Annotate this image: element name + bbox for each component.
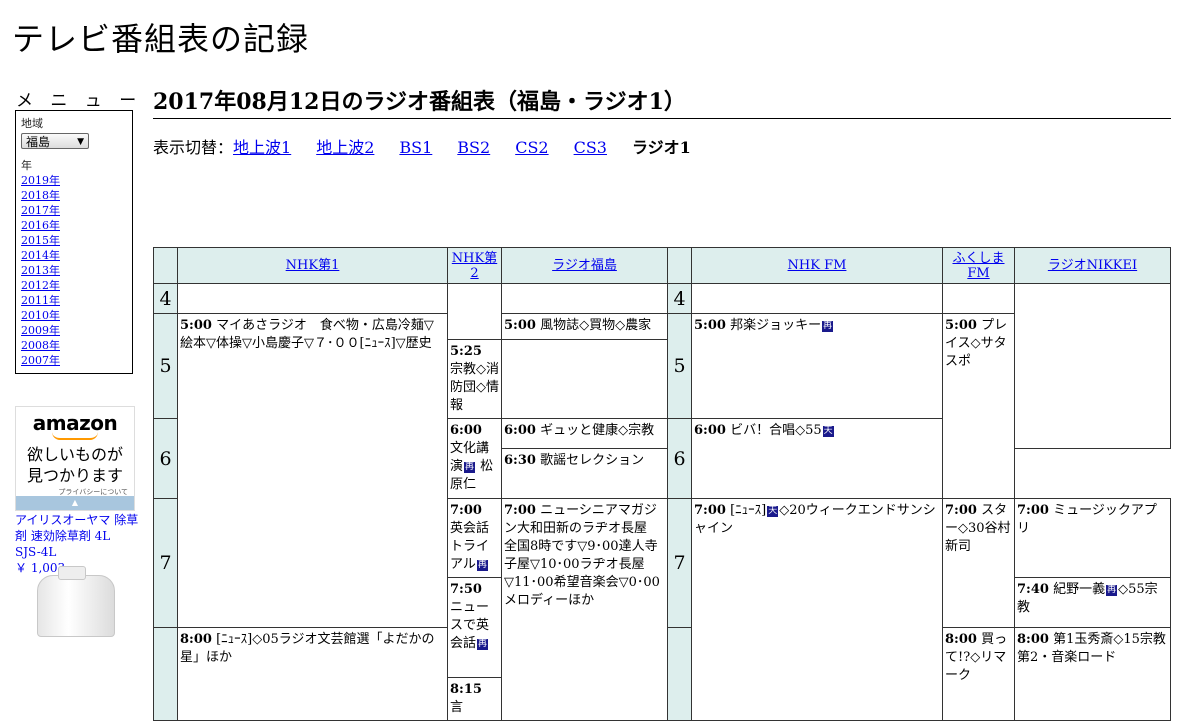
program-grid: NHK第1 NHK第2 ラジオ福島 NHK FM ふくしまFM ラジオNIKKE… (153, 247, 1171, 721)
rerun-icon: 再 (822, 321, 834, 332)
program-cell[interactable]: 6:00 ギュッと健康◇宗教 (501, 418, 668, 449)
rerun-icon: 再 (464, 462, 476, 473)
chevron-down-icon: ▼ (77, 137, 84, 147)
hour-cell: 5 (153, 313, 178, 419)
program-cell[interactable]: 7:00 ニューシニアマガジン大和田新のラヂオ長屋 全国8時です▽9･00達人寺… (501, 498, 668, 721)
hour-cell: 5 (667, 313, 692, 419)
program-cell[interactable]: 5:00 マイあさラジオ 食べ物・広島冷麺▽絵本▽体操▽小島慶子▽７･００[ﾆｭ… (177, 313, 448, 628)
channel-header: ふくしまFM (942, 247, 1015, 284)
corner-cell (153, 247, 178, 284)
site-title: テレビ番組表の記録 (12, 20, 310, 58)
region-select-value: 福島 (26, 135, 51, 149)
channel-header: NHK第1 (177, 247, 448, 284)
switch-link-cs3[interactable]: CS3 (574, 138, 607, 157)
year-link[interactable]: 2008年 (21, 339, 60, 352)
empty-slot (501, 283, 668, 314)
channel-header: NHK FM (691, 247, 943, 284)
hour-cell: 6 (667, 418, 692, 499)
switch-link-bs2[interactable]: BS2 (457, 138, 490, 157)
weather-icon: 天 (822, 426, 834, 437)
ad-message: 欲しいものが 見つかります (26, 445, 123, 485)
weather-icon: 天 (767, 506, 779, 517)
switch-link-chijou2[interactable]: 地上波2 (316, 138, 374, 157)
channel-link-nhk2[interactable]: NHK第2 (452, 251, 497, 281)
year-link[interactable]: 2012年 (21, 279, 60, 292)
hour-cell: 7 (153, 498, 178, 628)
year-link[interactable]: 2018年 (21, 189, 60, 202)
switch-label: 表示切替： (153, 138, 234, 157)
hour-cell: 6 (153, 418, 178, 499)
product-image[interactable] (37, 566, 115, 637)
program-cell[interactable]: 8:00 [ﾆｭｰｽ]◇05ラジオ文芸館選「よだかの星」ほか (177, 627, 448, 721)
program-cell[interactable]: 7:00 スター◇30谷村新司 (942, 498, 1015, 628)
year-link[interactable]: 2007年 (21, 354, 60, 367)
year-list: 2019年 2018年 2017年 2016年 2015年 2014年 2013… (21, 173, 127, 368)
display-switcher: 表示切替：地上波1 地上波2 BS1 BS2 CS2 CS3 ラジオ1 (153, 134, 691, 158)
year-link[interactable]: 2011年 (21, 294, 60, 307)
program-cell[interactable]: 8:00 買って!?◇リマーク (942, 627, 1015, 721)
program-cell[interactable]: 6:00 ビバ！合唱◇55 天 (691, 418, 943, 499)
year-link[interactable]: 2010年 (21, 309, 60, 322)
channel-link-nhk1[interactable]: NHK第1 (286, 258, 340, 273)
chevron-up-icon: ▲ (71, 498, 79, 507)
year-link[interactable]: 2017年 (21, 204, 60, 217)
rerun-icon: 再 (1106, 585, 1118, 596)
ad-expand-bar[interactable]: ▲ (16, 496, 134, 510)
program-cell[interactable]: 5:00 風物誌◇買物◇農家 (501, 313, 668, 340)
menu-label: メ ニ ュ ー (16, 91, 143, 111)
rerun-icon: 再 (477, 639, 489, 650)
year-link[interactable]: 2009年 (21, 324, 60, 337)
hour-cell (153, 627, 178, 721)
program-cell[interactable]: 6:00 文化講演再 松原仁 (447, 418, 502, 499)
product-image-cap (58, 566, 86, 580)
switch-link-chijou1[interactable]: 地上波1 (233, 138, 291, 157)
program-cell[interactable]: 7:40 紀野一義再 ◇55宗教 (1014, 577, 1171, 628)
channel-link-fukushima-fm[interactable]: ふくしまFM (952, 251, 1004, 281)
empty-slot (1014, 283, 1171, 449)
hour-cell: 4 (153, 283, 178, 314)
channel-link-radio-nikkei[interactable]: ラジオNIKKEI (1048, 258, 1137, 273)
program-cell[interactable]: 5:00 プレイス◇サタスポ (942, 313, 1015, 499)
switch-current-radio1: ラジオ1 (631, 138, 691, 157)
page-title: 2017年08月12日のラジオ番組表（福島・ラジオ1） (153, 84, 1171, 119)
empty-slot (942, 283, 1015, 314)
year-link[interactable]: 2015年 (21, 234, 60, 247)
hour-cell: 7 (667, 498, 692, 628)
program-cell[interactable]: 7:00 ミュージックアプリ (1014, 498, 1171, 578)
empty-slot (447, 283, 502, 340)
hour-cell: 4 (667, 283, 692, 314)
program-cell[interactable]: 5:00 邦楽ジョッキー再 (691, 313, 943, 419)
switch-link-bs1[interactable]: BS1 (399, 138, 432, 157)
program-cell[interactable]: 8:00 第1玉秀斎◇15宗教第2・音楽ロード (1014, 627, 1171, 721)
program-cell[interactable]: 7:50 ニュースで英会話再 (447, 577, 502, 678)
channel-link-radio-fukushima[interactable]: ラジオ福島 (552, 258, 617, 273)
rerun-icon: 再 (476, 560, 488, 571)
switch-link-cs2[interactable]: CS2 (515, 138, 548, 157)
year-link[interactable]: 2013年 (21, 264, 60, 277)
empty-slot (177, 283, 448, 314)
channel-header: NHK第2 (447, 247, 502, 284)
program-cell[interactable]: 7:00 [ﾆｭｰｽ] 天 ◇20ウィークエンドサンシャイン (691, 498, 943, 721)
year-label: 年 (21, 159, 32, 172)
empty-slot (691, 283, 943, 314)
year-link[interactable]: 2016年 (21, 219, 60, 232)
program-cell[interactable]: 5:25 宗教◇消防団◇情報 (447, 339, 502, 419)
region-select[interactable]: 福島 ▼ (21, 133, 89, 149)
program-cell[interactable]: 7:00 英会話トライアル再 (447, 498, 502, 578)
year-link[interactable]: 2019年 (21, 174, 60, 187)
sidebar-menu: 地域 福島 ▼ 年 2019年 2018年 2017年 2016年 2015年 … (15, 110, 133, 374)
hour-cell (667, 627, 692, 721)
channel-header: ラジオ福島 (501, 247, 668, 284)
amazon-logo: amazon (32, 411, 118, 435)
channel-header: ラジオNIKKEI (1014, 247, 1171, 284)
corner-cell (667, 247, 692, 284)
channel-link-nhk-fm[interactable]: NHK FM (788, 258, 847, 273)
year-link[interactable]: 2014年 (21, 249, 60, 262)
program-cell[interactable]: 6:30 歌謡セレクション (501, 448, 668, 499)
amazon-ad-banner[interactable]: amazon 欲しいものが 見つかります プライバシーについて ▲ (15, 406, 135, 511)
program-cell[interactable]: 8:15 言 (447, 677, 502, 721)
ad-product-link[interactable]: アイリスオーヤマ 除草剤 速効除草剤 4L SJS-4L (15, 513, 138, 559)
region-label: 地域 (21, 117, 43, 130)
